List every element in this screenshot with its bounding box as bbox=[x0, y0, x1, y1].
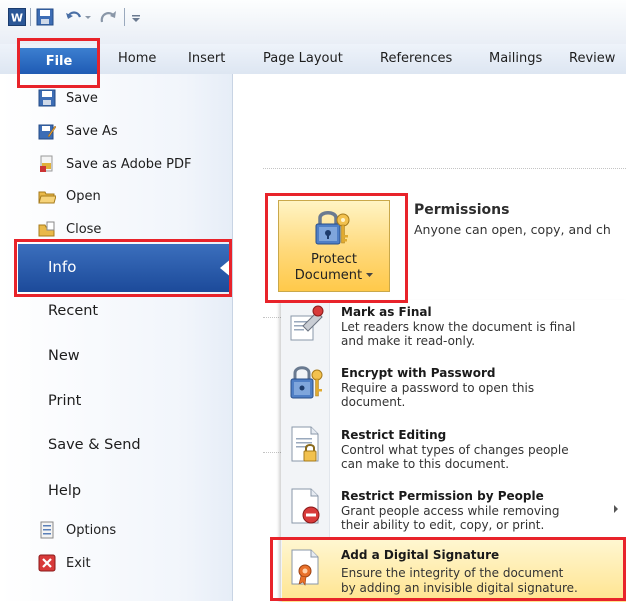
tab-review[interactable]: Review bbox=[569, 51, 615, 66]
nav-save-and-send[interactable]: Save & Send bbox=[48, 437, 141, 453]
menu-item-encrypt-with-password[interactable]: Encrypt with Password bbox=[341, 366, 495, 380]
nav-open-label: Open bbox=[66, 188, 101, 204]
menu-item-restrict-permission-desc1: Grant people access while removing bbox=[341, 504, 560, 518]
nav-save-as-label: Save As bbox=[66, 123, 118, 139]
menu-item-restrict-editing-desc1: Control what types of changes people bbox=[341, 443, 569, 457]
save-as-icon bbox=[38, 124, 56, 140]
close-folder-icon bbox=[38, 221, 55, 237]
undo-icon[interactable] bbox=[64, 8, 92, 26]
options-icon bbox=[40, 521, 54, 539]
highlight-box-protect-document bbox=[265, 193, 408, 303]
tab-home[interactable]: Home bbox=[118, 51, 156, 66]
permissions-title: Permissions bbox=[414, 202, 510, 218]
nav-open[interactable]: Open bbox=[38, 182, 101, 210]
menu-item-mark-as-final-desc1: Let readers know the document is final bbox=[341, 320, 576, 334]
tab-page-layout[interactable]: Page Layout bbox=[263, 51, 343, 66]
exit-icon bbox=[38, 554, 56, 572]
nav-save-label: Save bbox=[66, 90, 98, 106]
highlight-box-digital-signature bbox=[270, 537, 626, 601]
nav-recent[interactable]: Recent bbox=[48, 303, 98, 319]
highlight-box-file-tab bbox=[17, 38, 100, 88]
nav-help[interactable]: Help bbox=[48, 483, 81, 499]
nav-exit-label: Exit bbox=[66, 555, 91, 571]
padlock-key-icon bbox=[290, 366, 323, 399]
menu-item-encrypt-desc1: Require a password to open this bbox=[341, 381, 535, 395]
section-divider bbox=[263, 317, 281, 318]
menu-item-restrict-editing[interactable]: Restrict Editing bbox=[341, 428, 446, 442]
tab-references[interactable]: References bbox=[380, 51, 452, 66]
permissions-description: Anyone can open, copy, and ch bbox=[414, 222, 611, 237]
nav-save-as-adobe-pdf[interactable]: Save as Adobe PDF bbox=[38, 150, 192, 178]
word-app-icon[interactable]: W bbox=[8, 8, 26, 26]
nav-options-label: Options bbox=[66, 522, 117, 538]
nav-save[interactable]: Save bbox=[38, 84, 98, 112]
mark-final-icon bbox=[290, 305, 324, 341]
open-folder-icon bbox=[38, 191, 56, 204]
restrict-editing-icon bbox=[291, 426, 319, 462]
section-divider bbox=[263, 168, 626, 169]
save-icon bbox=[38, 89, 56, 107]
tab-mailings[interactable]: Mailings bbox=[489, 51, 542, 66]
menu-item-encrypt-desc2: document. bbox=[341, 395, 406, 409]
menu-item-mark-as-final[interactable]: Mark as Final bbox=[341, 305, 432, 319]
nav-new[interactable]: New bbox=[48, 348, 80, 364]
save-icon[interactable] bbox=[36, 8, 54, 26]
restrict-permission-icon bbox=[291, 488, 320, 524]
nav-close-label: Close bbox=[66, 221, 102, 237]
redo-icon[interactable] bbox=[98, 8, 120, 26]
menu-item-mark-as-final-desc2: and make it read-only. bbox=[341, 334, 476, 348]
nav-exit[interactable]: Exit bbox=[38, 549, 91, 577]
submenu-arrow-icon bbox=[614, 505, 618, 513]
menu-item-restrict-permission-by-people[interactable]: Restrict Permission by People bbox=[341, 489, 544, 503]
nav-print[interactable]: Print bbox=[48, 393, 81, 409]
nav-save-as-adobe-pdf-label: Save as Adobe PDF bbox=[66, 156, 192, 172]
customize-qat-icon[interactable] bbox=[130, 8, 142, 26]
section-divider bbox=[263, 452, 281, 453]
highlight-box-info bbox=[14, 239, 232, 297]
menu-item-restrict-permission-desc2: their ability to edit, copy, or print. bbox=[341, 518, 545, 532]
nav-options[interactable]: Options bbox=[38, 516, 116, 544]
adobe-pdf-icon bbox=[40, 155, 53, 172]
nav-save-as[interactable]: Save As bbox=[38, 117, 118, 145]
svg-text:W: W bbox=[11, 12, 23, 25]
qat-separator bbox=[124, 8, 125, 26]
tab-insert[interactable]: Insert bbox=[188, 51, 225, 66]
qat-separator bbox=[30, 8, 31, 26]
menu-item-restrict-editing-desc2: can make to this document. bbox=[341, 457, 510, 471]
